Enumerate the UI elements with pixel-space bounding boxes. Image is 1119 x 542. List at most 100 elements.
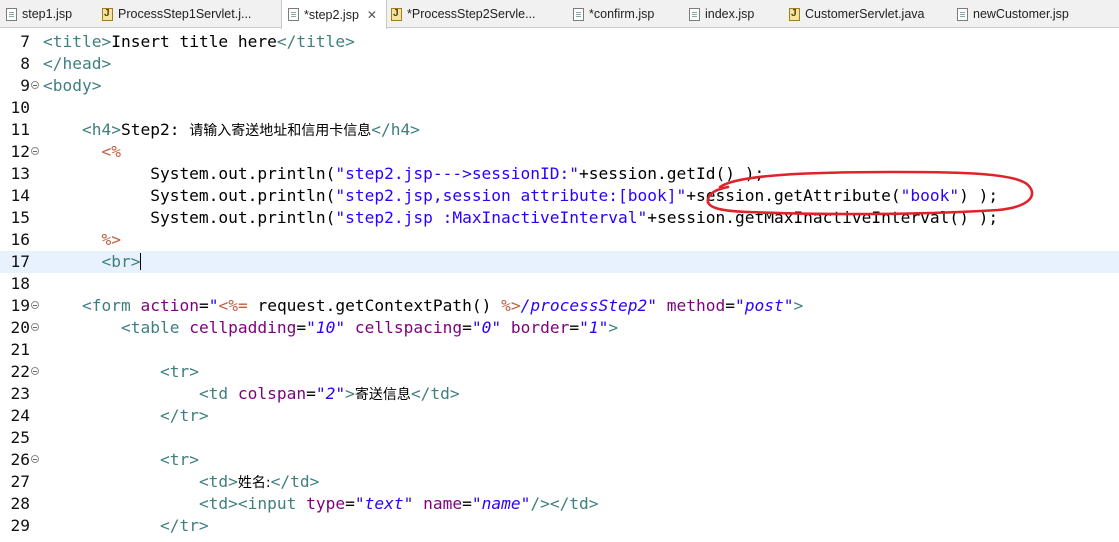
code-text[interactable]: <td>姓名:</td>: [43, 471, 319, 494]
code-token: =: [345, 494, 355, 513]
code-text[interactable]: <h4>Step2: 请输入寄送地址和信用卡信息</h4>: [43, 119, 420, 142]
code-token: "post": [735, 296, 794, 315]
tab-index-jsp[interactable]: index.jsp: [683, 0, 783, 28]
code-line: 22 <tr>: [0, 361, 1119, 383]
code-token: <td>: [198, 472, 238, 491]
line-number: 16: [10, 230, 31, 249]
code-line: 20 <table cellpadding="10" cellspacing="…: [0, 317, 1119, 339]
jsp-file-icon: [957, 7, 968, 21]
code-token: =: [569, 318, 580, 337]
code-text[interactable]: <%: [43, 141, 121, 163]
code-text[interactable]: %>: [43, 229, 121, 251]
tab-label: *confirm.jsp: [589, 7, 655, 21]
code-token: <%: [101, 142, 121, 161]
code-token: <td: [198, 384, 238, 403]
line-number: 26: [10, 450, 31, 469]
code-token: ) );: [959, 186, 999, 205]
code-token: <form: [81, 296, 141, 315]
code-token: </title>: [276, 32, 355, 51]
code-text[interactable]: System.out.println("step2.jsp,session at…: [43, 185, 998, 207]
fold-toggle-icon[interactable]: [31, 81, 39, 89]
code-token: border: [510, 318, 570, 337]
code-line: 21: [0, 339, 1119, 361]
code-line: 12 <%: [0, 141, 1119, 163]
code-text[interactable]: <form action="<%= request.getContextPath…: [43, 295, 803, 317]
code-text[interactable]: System.out.println("step2.jsp :MaxInacti…: [43, 207, 998, 229]
close-tab-icon[interactable]: ✕: [367, 8, 377, 22]
jsp-file-icon: [689, 7, 700, 21]
code-text[interactable]: <table cellpadding="10" cellspacing="0" …: [43, 317, 618, 339]
code-token: =: [198, 296, 209, 315]
fold-toggle-icon[interactable]: [31, 367, 39, 375]
code-text[interactable]: </head>: [43, 53, 111, 75]
tab-step2-jsp[interactable]: *step2.jsp ✕: [281, 0, 387, 29]
code-text[interactable]: <tr>: [43, 449, 199, 471]
code-text[interactable]: <body>: [43, 75, 101, 97]
tab-customerservlet-java[interactable]: CustomerServlet.java: [783, 0, 951, 28]
code-token: >: [345, 384, 355, 403]
fold-toggle-icon[interactable]: [31, 455, 39, 463]
code-token: <body>: [43, 76, 102, 95]
code-token: %>: [101, 230, 121, 249]
code-token: action: [140, 296, 199, 315]
code-token: >: [608, 318, 619, 337]
code-token: <td><input: [198, 494, 307, 513]
code-token: ": [208, 296, 219, 315]
tab-processstep2servle[interactable]: *ProcessStep2Servle...: [385, 0, 567, 28]
tab-newcustomer-jsp[interactable]: newCustomer.jsp: [951, 0, 1119, 28]
code-text[interactable]: </tr>: [43, 515, 209, 537]
code-token: cellspacing: [354, 318, 463, 337]
line-number: 18: [10, 274, 31, 293]
code-token: System.out.println(: [43, 164, 336, 183]
code-text[interactable]: <title>Insert title here</title>: [43, 31, 355, 53]
line-number: 25: [10, 428, 31, 447]
code-text[interactable]: System.out.println("step2.jsp--->session…: [43, 163, 764, 185]
code-token: =: [462, 318, 472, 337]
line-number: 24: [10, 406, 31, 425]
code-text[interactable]: <td colspan="2">寄送信息</td>: [43, 383, 460, 406]
code-line: 16 %>: [0, 229, 1119, 251]
fold-toggle-icon[interactable]: [31, 301, 39, 309]
jsp-file-icon: [288, 8, 299, 21]
tab-confirm-jsp[interactable]: *confirm.jsp: [567, 0, 683, 28]
code-text[interactable]: <td><input type="text" name="name"/></td…: [43, 493, 599, 515]
tab-processstep1servlet-j[interactable]: ProcessStep1Servlet.j...: [96, 0, 281, 28]
line-number: 21: [10, 340, 31, 359]
code-token: System.out.println(: [43, 208, 336, 227]
code-token: "step2.jsp--->sessionID:": [335, 164, 580, 183]
tab-label: index.jsp: [705, 7, 755, 21]
code-token: <br>: [101, 252, 141, 271]
code-text[interactable]: </tr>: [43, 405, 209, 427]
code-token: 姓名:: [237, 475, 271, 491]
code-line: 11 <h4>Step2: 请输入寄送地址和信用卡信息</h4>: [0, 119, 1119, 141]
code-token: +session.getAttribute(: [686, 186, 901, 205]
code-token: Insert title here: [111, 32, 277, 51]
code-token: +session.getId() );: [579, 164, 765, 183]
fold-toggle-icon[interactable]: [31, 147, 39, 155]
code-line: 7 <title>Insert title here</title>: [0, 31, 1119, 53]
code-token: 寄送信息: [354, 387, 411, 403]
java-file-icon: [789, 7, 800, 21]
code-text[interactable]: <br>: [43, 251, 142, 273]
code-token: 请输入寄送地址和信用卡信息: [189, 123, 372, 139]
code-token: "0": [471, 318, 502, 337]
fold-toggle-icon[interactable]: [31, 323, 39, 331]
line-number: 8: [20, 54, 30, 73]
line-number: 27: [10, 472, 31, 491]
tab-step1-jsp[interactable]: step1.jsp: [0, 0, 96, 28]
code-editor[interactable]: 7 <title>Insert title here</title> 8 </head…: [0, 28, 1119, 542]
line-number: 17: [10, 252, 31, 271]
line-number: 14: [10, 186, 31, 205]
code-text[interactable]: <tr>: [43, 361, 199, 383]
code-token: type: [306, 494, 346, 513]
code-token: <h4>: [81, 120, 121, 139]
